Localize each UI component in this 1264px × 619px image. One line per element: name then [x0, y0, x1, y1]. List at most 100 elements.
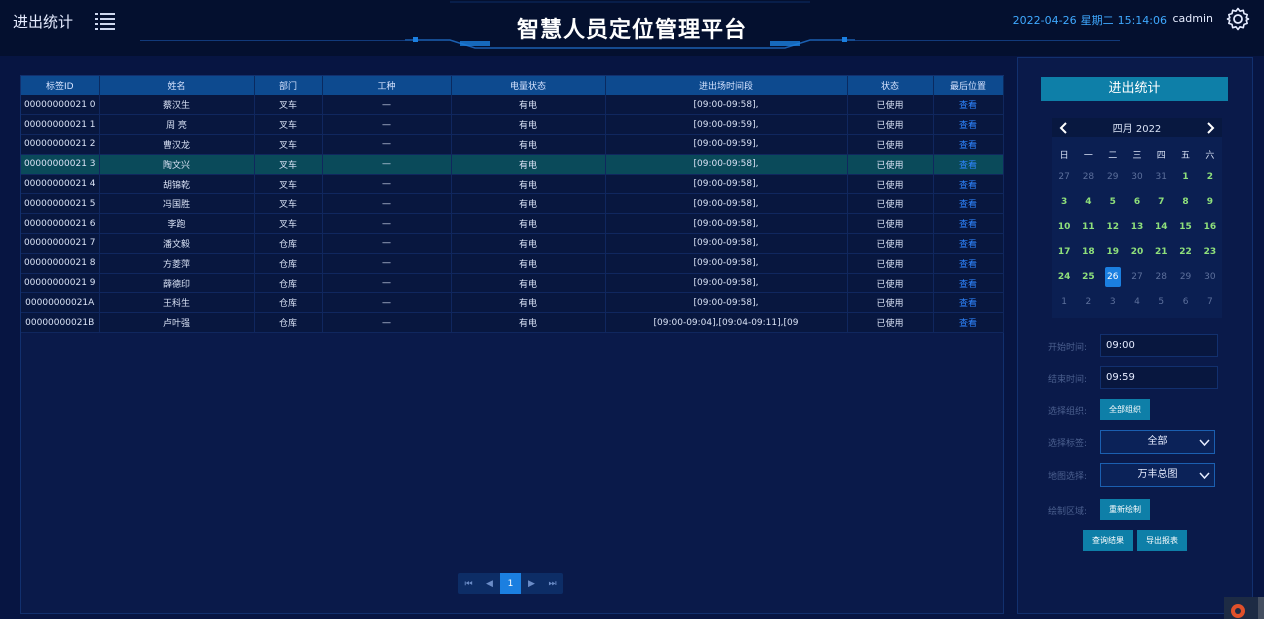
view-location-link[interactable]: 查看: [933, 95, 1004, 116]
view-location-link[interactable]: 查看: [933, 273, 1004, 294]
calendar-day[interactable]: 12: [1101, 214, 1125, 239]
calendar-day[interactable]: 16: [1198, 214, 1222, 239]
table-row[interactable]: 00000000021 9 薛德印 仓库 — 有电 [09:00-09:58], 已使用 查看: [21, 273, 1004, 294]
page-number[interactable]: 1: [500, 573, 521, 594]
calendar-day[interactable]: 3: [1052, 189, 1076, 214]
col-header[interactable]: 进出场时间段: [605, 76, 848, 95]
table-row[interactable]: 00000000021 2 曹汉龙 叉车 — 有电 [09:00-09:59], 已使用 查看: [21, 134, 1004, 155]
calendar-month[interactable]: 四月 2022: [1113, 120, 1162, 135]
calendar-day[interactable]: 28: [1149, 264, 1173, 289]
calendar-day[interactable]: 14: [1149, 214, 1173, 239]
calendar-day[interactable]: 29: [1173, 264, 1197, 289]
calendar-day[interactable]: 18: [1076, 239, 1100, 264]
calendar-day[interactable]: 31: [1149, 164, 1173, 189]
prev-page-icon[interactable]: ◀: [479, 573, 500, 594]
table-row[interactable]: 00000000021 1周 亮叉车 — 有电 [09:00-09:59], 已使用 查看: [21, 114, 1004, 136]
end-time-input[interactable]: 09:59: [1100, 366, 1218, 389]
calendar-day[interactable]: 7: [1149, 189, 1173, 214]
table-row[interactable]: 00000000021 5 冯国胜 叉车 — 有电 [09:00-09:58], 已使用 查看: [21, 193, 1004, 215]
calendar-day[interactable]: 19: [1101, 239, 1125, 264]
calendar-day[interactable]: 11: [1076, 214, 1100, 239]
calendar-day[interactable]: 28: [1076, 164, 1100, 189]
gear-icon[interactable]: [1226, 7, 1250, 31]
calendar-day[interactable]: 2: [1076, 289, 1100, 314]
calendar-day[interactable]: 8: [1173, 189, 1197, 214]
weekday-label: 二: [1108, 150, 1118, 161]
view-location-link[interactable]: 查看: [933, 193, 1004, 215]
calendar-day[interactable]: 29: [1101, 164, 1125, 189]
col-header[interactable]: 最后位置: [933, 76, 1004, 95]
col-header[interactable]: 状态: [847, 76, 934, 95]
end-time-row: 结束时间: 09:59: [1048, 366, 1248, 390]
table-row[interactable]: 00000000021 4 胡锦乾 叉车 — 有电 [09:00-09:58], 已使用 查看: [21, 174, 1004, 195]
calendar-day[interactable]: 1: [1052, 289, 1076, 314]
calendar-day[interactable]: 3: [1101, 289, 1125, 314]
last-page-icon[interactable]: ⏭: [542, 573, 563, 594]
view-location-link[interactable]: 查看: [933, 154, 1004, 175]
filter-panel: 进出统计 四月 2022 日一二三四五六 27 28 29 30 31 1 2 3 4 5 6 7 8 9 1…: [1017, 57, 1253, 614]
calendar-day[interactable]: 17: [1052, 239, 1076, 264]
calendar-day[interactable]: 30: [1198, 264, 1222, 289]
table-row[interactable]: 00000000021 3 陶文兴 叉车 — 有电 [09:00-09:58], 已使用 查看: [21, 154, 1004, 175]
map-select[interactable]: 万丰总图: [1100, 463, 1215, 487]
calendar-day[interactable]: 9: [1198, 189, 1222, 214]
col-header[interactable]: 部门: [254, 76, 323, 95]
calendar-day[interactable]: 27: [1052, 164, 1076, 189]
query-button[interactable]: 查询结果: [1083, 530, 1133, 551]
calendar-day[interactable]: 22: [1173, 239, 1197, 264]
calendar-day[interactable]: 30: [1125, 164, 1149, 189]
calendar-day[interactable]: 21: [1149, 239, 1173, 264]
first-page-icon[interactable]: ⏮: [458, 573, 479, 594]
calendar-day[interactable]: 6: [1125, 189, 1149, 214]
calendar-day[interactable]: 1: [1173, 164, 1197, 189]
calendar-day[interactable]: 6: [1173, 289, 1197, 314]
corner-gear-icon[interactable]: [1224, 597, 1264, 619]
tag-select[interactable]: 全部: [1100, 430, 1215, 454]
calendar-day[interactable]: 2: [1198, 164, 1222, 189]
prev-month-icon[interactable]: [1058, 121, 1070, 134]
table-row[interactable]: 00000000021 8 方菱萍 仓库 — 有电 [09:00-09:58], 已使用 查看: [21, 253, 1004, 274]
view-location-link[interactable]: 查看: [933, 114, 1004, 136]
calendar-day[interactable]: 13: [1125, 214, 1149, 239]
next-month-icon[interactable]: [1204, 121, 1216, 134]
view-location-link[interactable]: 查看: [933, 174, 1004, 195]
calendar-day[interactable]: 5: [1149, 289, 1173, 314]
calendar-day[interactable]: 7: [1198, 289, 1222, 314]
calendar-day[interactable]: 5: [1101, 189, 1125, 214]
export-button[interactable]: 导出报表: [1137, 530, 1187, 551]
calendar-day[interactable]: 27: [1125, 264, 1149, 289]
chevron-down-icon: [1199, 472, 1210, 480]
calendar-day[interactable]: 4: [1076, 189, 1100, 214]
calendar-day[interactable]: 15: [1173, 214, 1197, 239]
view-location-link[interactable]: 查看: [933, 213, 1004, 235]
view-location-link[interactable]: 查看: [933, 312, 1004, 334]
calendar-day-selected[interactable]: 26: [1101, 264, 1125, 289]
table-cell: [09:00-09:59],: [605, 134, 848, 155]
calendar-day[interactable]: 10: [1052, 214, 1076, 239]
calendar-day[interactable]: 25: [1076, 264, 1100, 289]
calendar-day[interactable]: 4: [1125, 289, 1149, 314]
col-header[interactable]: 标签ID: [21, 76, 100, 95]
next-page-icon[interactable]: ▶: [521, 573, 542, 594]
table-row[interactable]: 00000000021 6 李跑 叉车 — 有电 [09:00-09:58], 已使用 查看: [21, 213, 1004, 235]
end-time-label: 结束时间:: [1048, 375, 1088, 385]
table-cell: 卢叶强: [99, 312, 255, 334]
col-header[interactable]: 工种: [322, 76, 452, 95]
view-location-link[interactable]: 查看: [933, 134, 1004, 155]
table-row[interactable]: 00000000021A 王科生 仓库 — 有电 [09:00-09:58], 已使用 查看: [21, 292, 1004, 314]
all-org-button[interactable]: 全部组织: [1100, 399, 1150, 420]
view-location-link[interactable]: 查看: [933, 253, 1004, 274]
redraw-button[interactable]: 重新绘制: [1100, 499, 1150, 520]
col-header[interactable]: 姓名: [99, 76, 255, 95]
table-row[interactable]: 00000000021 7 潘文毅 仓库 — 有电 [09:00-09:58], 已使用 查看: [21, 233, 1004, 254]
col-header[interactable]: 电量状态: [451, 76, 606, 95]
calendar-day[interactable]: 23: [1198, 239, 1222, 264]
calendar-day[interactable]: 24: [1052, 264, 1076, 289]
table-row[interactable]: 00000000021B 卢叶强 仓库 — 有电 [09:00-09:04],[09:04…: [21, 312, 1004, 334]
table-row[interactable]: 00000000021 0 蔡汉生 叉车 — 有电 [09:00-09:58], 已使用 查看: [21, 95, 1004, 116]
start-time-input[interactable]: 09:00: [1100, 334, 1218, 357]
view-location-link[interactable]: 查看: [933, 292, 1004, 314]
view-location-link[interactable]: 查看: [933, 233, 1004, 254]
calendar-day[interactable]: 20: [1125, 239, 1149, 264]
user-name[interactable]: cadmin: [1172, 12, 1213, 25]
